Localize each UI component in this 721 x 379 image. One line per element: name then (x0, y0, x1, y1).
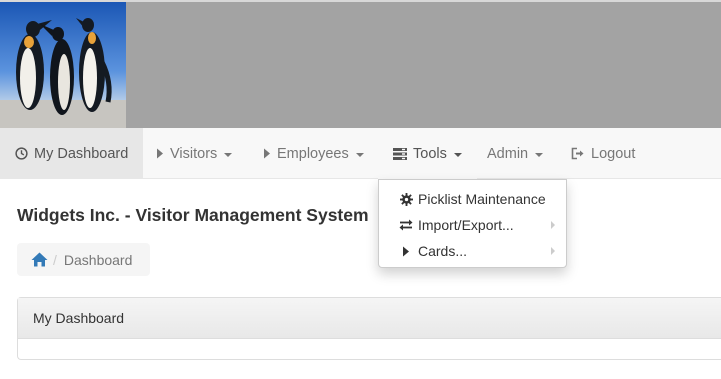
menu-item-picklist-maintenance[interactable]: Picklist Maintenance (379, 186, 566, 212)
nav-employees-label: Employees (277, 145, 349, 162)
nav-logout-label: Logout (591, 145, 636, 162)
nav-admin[interactable]: Admin (472, 128, 558, 179)
penguins-logo-image (0, 2, 126, 128)
gear-icon (399, 192, 413, 206)
chevron-right-icon (551, 221, 555, 229)
breadcrumb-current: Dashboard (63, 251, 133, 268)
chevron-down-icon (224, 152, 233, 157)
nav-logout[interactable]: Logout (556, 128, 650, 179)
nav-admin-label: Admin (487, 145, 529, 162)
dashboard-panel: My Dashboard (17, 297, 721, 360)
nav-tools[interactable]: Tools (378, 128, 477, 179)
nav-visitors[interactable]: Visitors (141, 128, 247, 179)
play-icon (263, 148, 271, 159)
nav-my-dashboard[interactable]: My Dashboard (0, 128, 144, 179)
chevron-down-icon (355, 152, 364, 157)
page-title: Widgets Inc. - Visitor Management System (17, 205, 369, 225)
nav-tools-label: Tools (413, 145, 447, 162)
menu-item-label: Picklist Maintenance (418, 191, 546, 207)
breadcrumb-separator: / (53, 251, 57, 268)
transfer-icon (399, 219, 413, 231)
nav-visitors-label: Visitors (170, 145, 218, 162)
chevron-down-icon (453, 152, 462, 157)
play-icon (399, 246, 413, 257)
tools-dropdown-menu: Picklist Maintenance Import/Export... Ca… (378, 179, 567, 268)
menu-item-cards[interactable]: Cards... (379, 238, 566, 264)
tasks-icon (393, 147, 407, 160)
logout-icon (571, 147, 585, 160)
play-icon (156, 148, 164, 159)
panel-heading: My Dashboard (18, 298, 721, 339)
home-icon[interactable] (31, 252, 48, 267)
chevron-right-icon (551, 247, 555, 255)
nav-employees[interactable]: Employees (248, 128, 379, 179)
chevron-down-icon (535, 152, 544, 157)
nav-my-dashboard-label: My Dashboard (34, 145, 129, 162)
main-navbar: My Dashboard Visitors Employees Tools Ad… (0, 128, 721, 179)
menu-item-label: Import/Export... (418, 217, 514, 233)
menu-item-label: Cards... (418, 243, 468, 259)
dashboard-icon (15, 147, 28, 160)
menu-item-import-export[interactable]: Import/Export... (379, 212, 566, 238)
breadcrumb: / Dashboard (17, 243, 150, 276)
